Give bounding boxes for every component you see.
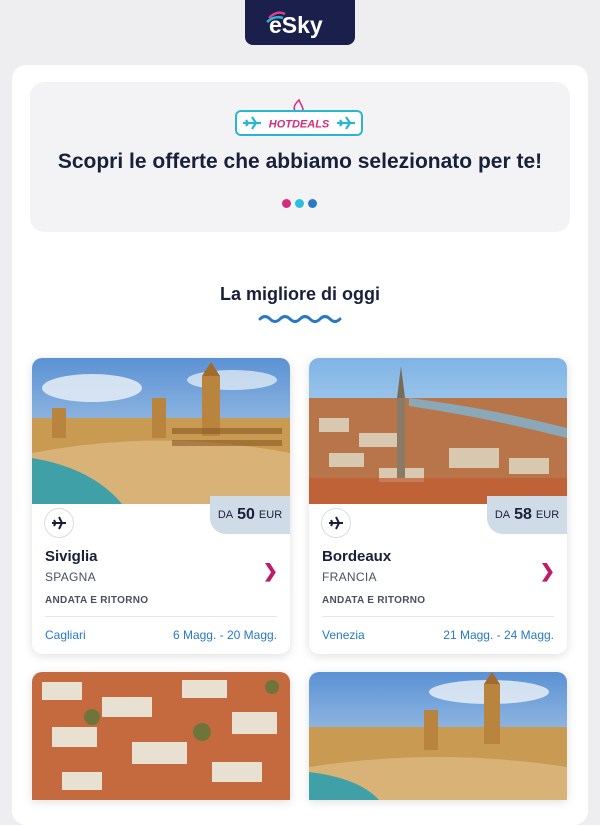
trip-type: ANDATA E RITORNO <box>45 595 149 606</box>
logo-text: eSky <box>269 12 323 38</box>
price-prefix: DA <box>217 509 234 521</box>
logo-header[interactable]: eSky <box>245 0 355 45</box>
divider <box>45 616 277 617</box>
price-value: 58 <box>514 506 532 523</box>
wave-divider <box>258 315 342 323</box>
chevron-right-icon[interactable]: ❯ <box>540 561 555 582</box>
price-currency: EUR <box>535 509 560 521</box>
dot-pink <box>282 199 291 208</box>
dot-cyan <box>295 199 304 208</box>
origin-city: Venezia <box>322 628 365 642</box>
destination-photo <box>309 672 567 800</box>
chevron-right-icon[interactable]: ❯ <box>263 561 278 582</box>
section-title: La migliore di oggi <box>219 284 380 304</box>
price-prefix: DA <box>494 509 511 521</box>
divider <box>322 616 554 617</box>
travel-dates: 6 Magg. - 20 Magg. <box>172 628 277 642</box>
deal-card-siviglia[interactable]: DA 50 EUR Siviglia SPAGNA ❯ ANDATA E RIT… <box>32 358 290 654</box>
origin-city: Cagliari <box>45 628 86 642</box>
plane-icon <box>44 508 74 538</box>
destination-photo <box>32 672 290 800</box>
city-name: Siviglia <box>45 548 98 565</box>
plane-icon <box>321 508 351 538</box>
hero-title: Scopri le offerte che abbiamo selezionat… <box>57 150 543 173</box>
price-value: 50 <box>237 506 255 523</box>
country-name: FRANCIA <box>322 570 377 584</box>
price-currency: EUR <box>258 509 283 521</box>
deal-card-partial-2[interactable] <box>309 672 567 800</box>
destination-photo <box>32 358 290 504</box>
price-tag: DA 50 EUR <box>210 496 290 534</box>
price-tag: DA 58 EUR <box>487 496 567 534</box>
hotdeals-badge: HOTDEALS <box>235 98 363 136</box>
deal-card-partial-1[interactable] <box>32 672 290 800</box>
deal-card-bordeaux[interactable]: DA 58 EUR Bordeaux FRANCIA ❯ ANDATA E RI… <box>309 358 567 654</box>
travel-dates: 21 Magg. - 24 Magg. <box>443 628 554 642</box>
dot-blue <box>308 199 317 208</box>
country-name: SPAGNA <box>45 570 96 584</box>
trip-type: ANDATA E RITORNO <box>322 595 426 606</box>
carousel-dots <box>282 199 317 208</box>
esky-logo: eSky <box>266 10 323 38</box>
badge-text: HOTDEALS <box>269 119 330 131</box>
destination-photo <box>309 358 567 504</box>
city-name: Bordeaux <box>322 548 392 565</box>
